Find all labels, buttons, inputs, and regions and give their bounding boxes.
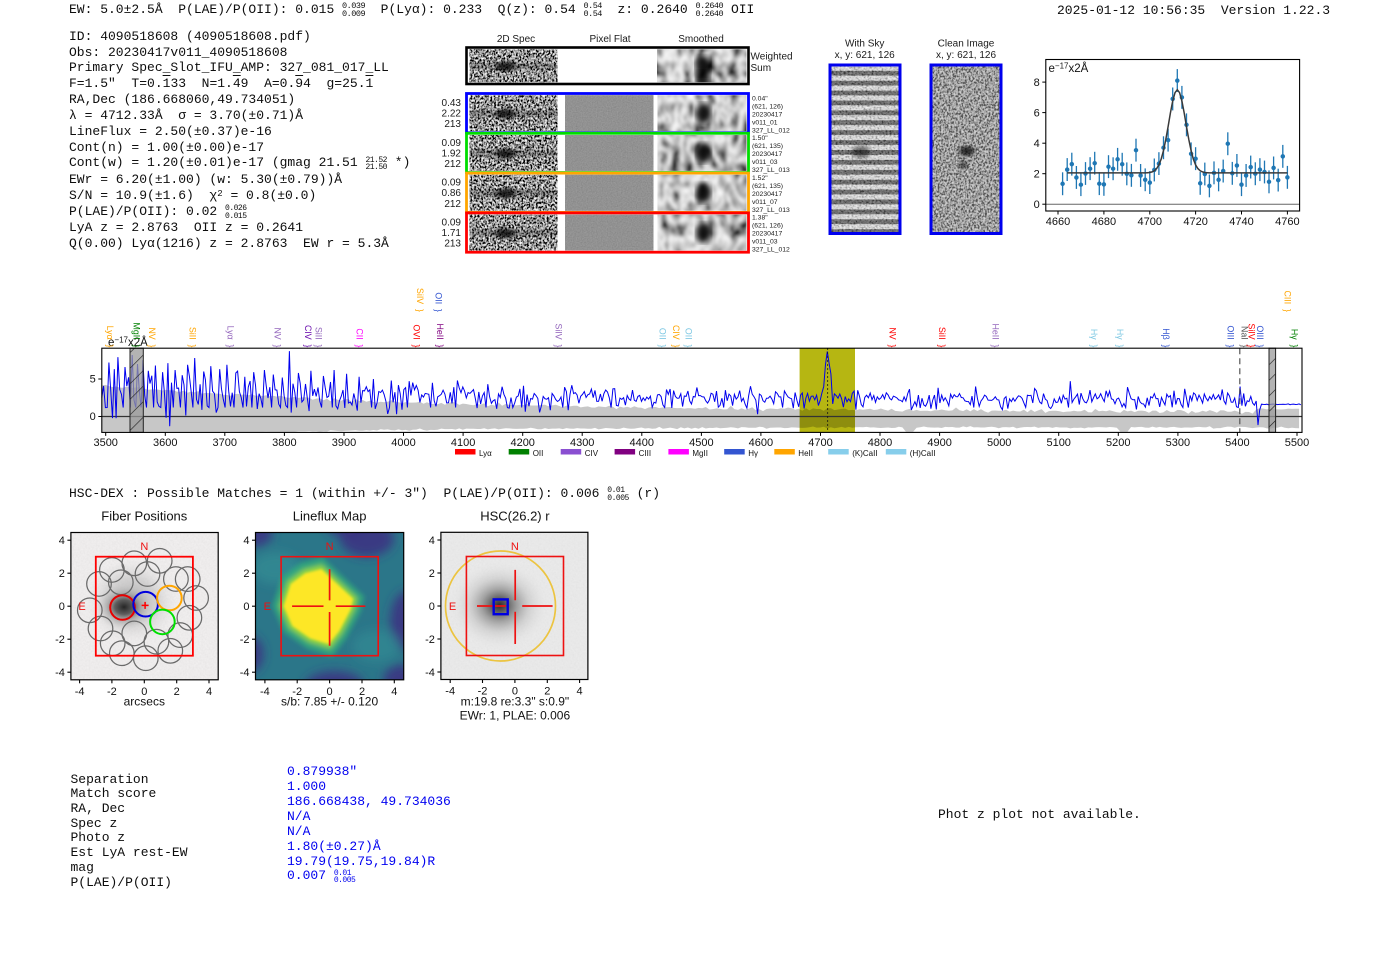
svg-text:m:19.8 re:3.3" s:0.9": m:19.8 re:3.3" s:0.9" — [461, 695, 570, 709]
svg-text:N: N — [140, 541, 148, 553]
svg-text:4: 4 — [429, 535, 435, 547]
svg-text:arcsecs: arcsecs — [124, 695, 165, 709]
svg-text:0: 0 — [429, 601, 435, 613]
svg-text:4: 4 — [391, 686, 397, 698]
svg-text:-4: -4 — [75, 686, 85, 698]
svg-text:HSC(26.2) r: HSC(26.2) r — [480, 509, 550, 524]
svg-text:4: 4 — [243, 535, 249, 547]
svg-text:0: 0 — [243, 601, 249, 613]
svg-text:-4: -4 — [240, 667, 250, 679]
svg-text:0: 0 — [59, 601, 65, 613]
svg-text:-2: -2 — [240, 634, 250, 646]
svg-text:4: 4 — [577, 686, 583, 698]
svg-text:4: 4 — [206, 686, 212, 698]
svg-text:-2: -2 — [107, 686, 117, 698]
svg-text:-2: -2 — [425, 634, 435, 646]
svg-text:-2: -2 — [55, 634, 65, 646]
svg-text:E: E — [449, 601, 456, 613]
svg-text:Fiber Positions: Fiber Positions — [101, 509, 187, 524]
svg-text:-4: -4 — [55, 667, 65, 679]
svg-text:2: 2 — [243, 568, 249, 580]
svg-text:-4: -4 — [445, 686, 455, 698]
svg-text:E: E — [78, 601, 85, 613]
svg-text:N: N — [326, 541, 334, 553]
svg-text:-4: -4 — [425, 667, 435, 679]
svg-text:N: N — [511, 541, 519, 553]
svg-text:4: 4 — [59, 535, 65, 547]
svg-text:Lineflux Map: Lineflux Map — [293, 509, 367, 524]
svg-text:EWr: 1, PLAE: 0.006: EWr: 1, PLAE: 0.006 — [460, 709, 571, 723]
svg-text:s/b: 7.85 +/- 0.120: s/b: 7.85 +/- 0.120 — [281, 695, 378, 709]
svg-text:2: 2 — [174, 686, 180, 698]
svg-text:2: 2 — [59, 568, 65, 580]
svg-text:-4: -4 — [260, 686, 270, 698]
svg-text:E: E — [264, 601, 271, 613]
svg-text:2: 2 — [429, 568, 435, 580]
